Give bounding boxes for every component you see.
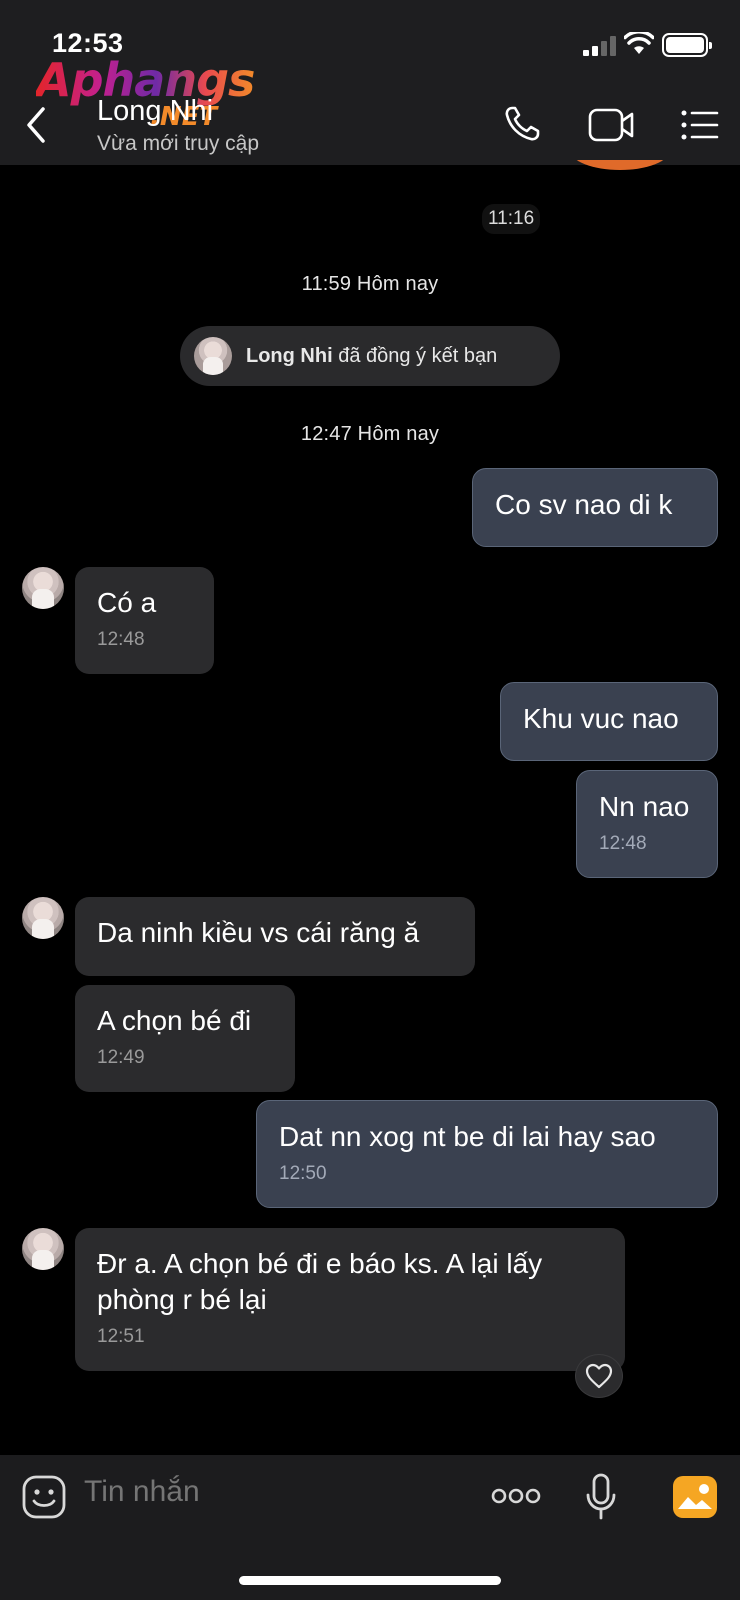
message-time: 12:50: [279, 1163, 327, 1184]
menu-list-icon[interactable]: [681, 110, 719, 140]
avatar: [194, 337, 232, 375]
avatar[interactable]: [22, 1228, 64, 1270]
message-bubble-outgoing[interactable]: Co sv nao di k: [472, 468, 718, 547]
message-text: Nn nao: [599, 791, 690, 822]
message-text: Dat nn xog nt be di lai hay sao: [279, 1121, 656, 1152]
notice-text: Long Nhi đã đồng ý kết bạn: [246, 345, 497, 368]
message-text: Đr a. A chọn bé đi e báo ks. A lại lấy p…: [97, 1248, 543, 1315]
wifi-icon: [624, 32, 654, 54]
message-text: Khu vuc nao: [523, 703, 679, 734]
avatar[interactable]: [22, 897, 64, 939]
message-time: 12:48: [97, 629, 145, 650]
message-bubble-incoming[interactable]: Có a 12:48: [75, 567, 214, 674]
photo-gallery-icon[interactable]: [672, 1475, 718, 1519]
message-time: 12:48: [599, 833, 647, 854]
back-icon[interactable]: [24, 106, 48, 144]
video-call-icon[interactable]: [588, 108, 634, 142]
phone-call-icon[interactable]: [503, 105, 541, 143]
message-input[interactable]: [84, 1475, 464, 1509]
time-pill: 11:16: [482, 204, 541, 234]
react-heart-button[interactable]: [575, 1354, 623, 1398]
message-time: 12:51: [97, 1326, 145, 1347]
message-bubble-outgoing[interactable]: Nn nao 12:48: [576, 770, 718, 878]
message-bubble-outgoing[interactable]: Dat nn xog nt be di lai hay sao 12:50: [256, 1100, 718, 1208]
message-bubble-incoming[interactable]: Đr a. A chọn bé đi e báo ks. A lại lấy p…: [75, 1228, 625, 1371]
battery-icon: [662, 33, 712, 57]
message-text: A chọn bé đi: [97, 1005, 252, 1036]
message-text: Da ninh kiều vs cái răng ă: [97, 917, 420, 948]
message-bubble-incoming[interactable]: Da ninh kiều vs cái răng ă: [75, 897, 475, 976]
microphone-icon[interactable]: [586, 1473, 616, 1521]
notice-name: Long Nhi: [246, 344, 333, 367]
contact-name[interactable]: Long Nhi: [97, 95, 213, 128]
chat-header: 12:53 Aphangs .NET Long Nhi Vừa mới truy…: [0, 0, 740, 165]
sticker-emoji-icon[interactable]: [22, 1475, 66, 1519]
chat-screen: 12:53 Aphangs .NET Long Nhi Vừa mới truy…: [0, 0, 740, 1600]
message-text: Có a: [97, 587, 157, 618]
avatar[interactable]: [22, 567, 64, 609]
contact-status: Vừa mới truy cập: [97, 132, 260, 155]
notice-body: đã đồng ý kết bạn: [332, 344, 498, 367]
message-time: 12:49: [97, 1047, 145, 1068]
date-divider: 11:59 Hôm nay: [301, 273, 439, 295]
home-indicator[interactable]: [239, 1576, 501, 1585]
message-bubble-incoming[interactable]: A chọn bé đi 12:49: [75, 985, 295, 1092]
signal-icon: [583, 34, 617, 56]
friend-accepted-notice: Long Nhi đã đồng ý kết bạn: [180, 326, 560, 386]
heart-icon: [585, 1363, 613, 1389]
more-options-icon[interactable]: [491, 1487, 541, 1505]
message-text: Co sv nao di k: [495, 489, 673, 520]
message-bubble-outgoing[interactable]: Khu vuc nao: [500, 682, 718, 761]
date-divider: 12:47 Hôm nay: [300, 423, 440, 445]
